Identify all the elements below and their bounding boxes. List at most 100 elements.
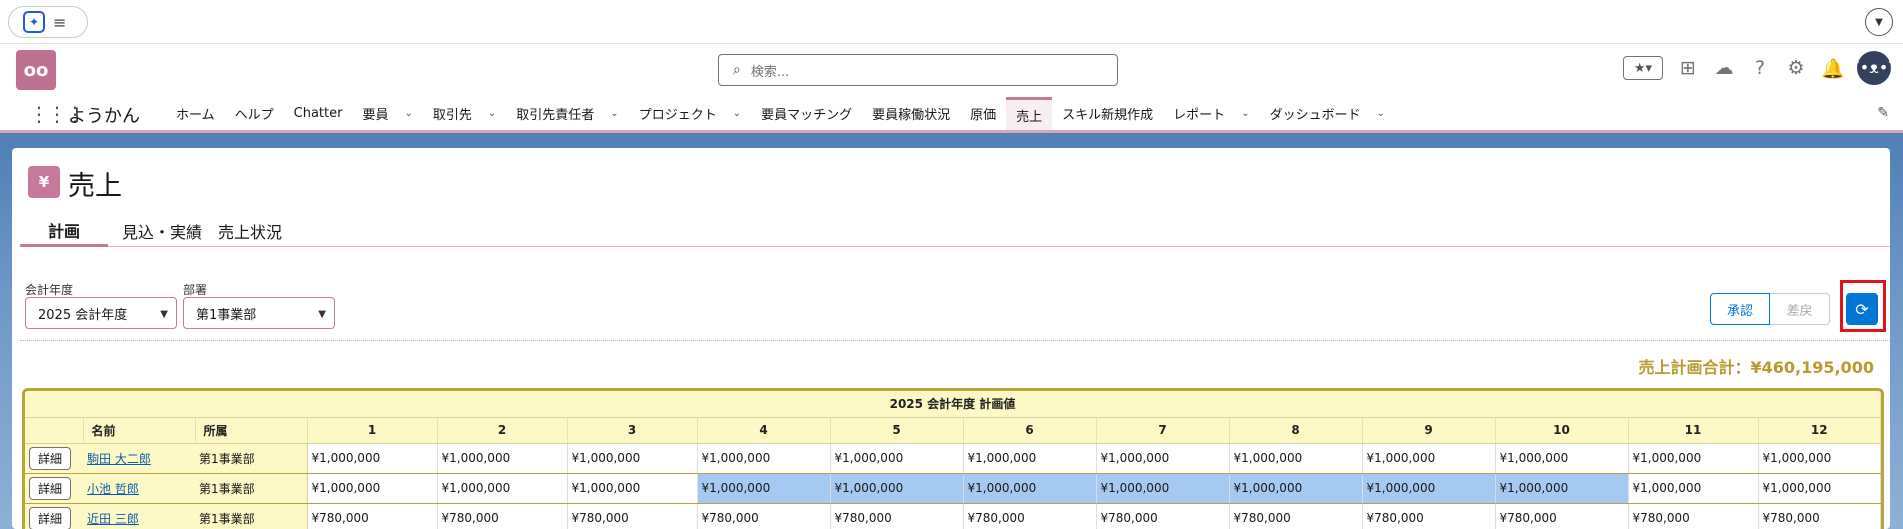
plan-value-cell[interactable]: ¥780,000 [1495,503,1629,529]
main-card: ¥ 売上 計画 見込・実績 売上状況 会計年度 2025 会計年度 ▼ 部署 第… [12,148,1890,529]
member-name-link[interactable]: 小池 哲郎 [87,482,139,496]
plan-value-cell[interactable]: ¥1,000,000 [963,473,1097,504]
tab-plan[interactable]: 計画 [20,215,108,247]
plan-value-cell[interactable]: ¥780,000 [1096,503,1230,529]
nav-item-label: 要員マッチング [761,108,853,123]
plan-value-cell[interactable]: ¥1,000,000 [567,473,698,504]
nav-item-11[interactable]: スキル新規作成 [1052,97,1163,130]
plan-value-cell[interactable]: ¥780,000 [830,503,964,529]
plan-value-cell[interactable]: ¥1,000,000 [307,473,438,504]
nav-item-3[interactable]: 要員 ⌄ [352,97,422,130]
plan-value-cell[interactable]: ¥1,000,000 [1096,473,1230,504]
global-search-input[interactable]: ⌕ 検索... [718,54,1118,86]
detail-button[interactable]: 詳細 [29,476,72,500]
department-cell: 第1事業部 [195,473,308,504]
chevron-down-icon[interactable]: ⌄ [488,108,496,119]
utility-bar: ✦ ≡ ▼ [0,0,1903,44]
plan-value-cell[interactable]: ¥1,000,000 [437,443,568,474]
nav-item-7[interactable]: 要員マッチング [751,97,862,130]
sales-plan-total: 売上計画合計：¥460,195,000 [1638,358,1875,377]
nav-item-0[interactable]: ホーム [166,97,225,130]
refresh-button[interactable]: ⟳ [1846,293,1878,325]
tab-sales-status[interactable]: 売上状況 [186,215,314,247]
nav-item-6[interactable]: プロジェクト ⌄ [629,97,751,130]
chevron-down-icon[interactable]: ⌄ [733,108,741,119]
plan-value-cell[interactable]: ¥1,000,000 [1628,473,1759,504]
plan-value-cell[interactable]: ¥1,000,000 [1362,443,1496,474]
nav-item-5[interactable]: 取引先責任者 ⌄ [506,97,628,130]
plan-value-cell[interactable]: ¥1,000,000 [1229,443,1363,474]
avatar-icon[interactable]: ʕ•ᴥ•ʔ [1852,51,1896,85]
nav-item-1[interactable]: ヘルプ [225,97,284,130]
plan-value-cell[interactable]: ¥1,000,000 [1628,443,1759,474]
nav-item-2[interactable]: Chatter [284,97,353,130]
plan-value-cell[interactable]: ¥1,000,000 [1362,473,1496,504]
global-header: oo ⌕ 検索... ★▾ ⊞ ☁ ? ⚙ 🔔 ʕ•ᴥ•ʔ [0,45,1903,97]
plan-value-cell[interactable]: ¥780,000 [1229,503,1363,529]
plan-value-cell[interactable]: ¥1,000,000 [307,443,438,474]
approve-button[interactable]: 承認 [1710,293,1770,325]
approval-button-group: 承認 差戻 [1710,293,1830,325]
plan-value-cell[interactable]: ¥1,000,000 [1758,443,1881,474]
nav-item-label: ホーム [176,108,215,123]
plan-value-cell[interactable]: ¥1,000,000 [830,443,964,474]
plan-value-cell[interactable]: ¥780,000 [1362,503,1496,529]
detail-cell: 詳細 [25,473,83,504]
plan-value-cell[interactable]: ¥1,000,000 [1758,473,1881,504]
name-cell: 駒田 大二郎 [83,443,195,474]
cloud-help-icon[interactable]: ☁ [1713,57,1735,79]
member-name-link[interactable]: 近田 三郎 [87,512,139,526]
plan-value-cell[interactable]: ¥780,000 [307,503,438,529]
detail-cell: 詳細 [25,503,83,529]
plan-value-cell[interactable]: ¥1,000,000 [1229,473,1363,504]
plan-value-cell[interactable]: ¥780,000 [1628,503,1759,529]
plan-table: 2025 会計年度 計画値 名前 所属 1 2 3 4 5 6 7 8 9 10 11 12 詳細 駒田… [25,391,1881,529]
edit-nav-pencil-icon[interactable]: ✎ [1877,105,1889,121]
nav-item-label: 取引先責任者 [516,108,595,123]
chevron-down-icon[interactable]: ⌄ [404,108,412,119]
favorites-star-icon[interactable]: ★▾ [1623,56,1663,80]
nav-item-label: 取引先 [432,108,472,123]
plan-value-cell[interactable]: ¥1,000,000 [567,443,698,474]
plan-value-cell[interactable]: ¥1,000,000 [437,473,568,504]
chevron-down-icon[interactable]: ▼ [1865,8,1893,36]
plan-value-cell[interactable]: ¥780,000 [1758,503,1881,529]
nav-item-label: ヘルプ [234,108,274,123]
header-department: 所属 [195,417,308,444]
plan-value-cell[interactable]: ¥1,000,000 [1495,473,1629,504]
detail-button[interactable]: 詳細 [29,446,72,470]
plan-value-cell[interactable]: ¥1,000,000 [697,473,831,504]
bell-icon[interactable]: 🔔 [1821,57,1845,80]
chevron-down-icon[interactable]: ⌄ [1377,108,1385,119]
nav-item-label: 売上 [1016,109,1043,125]
chevron-down-icon[interactable]: ⌄ [1241,108,1249,119]
fiscal-year-select[interactable]: 2025 会計年度 ▼ [25,297,177,329]
chevron-down-icon[interactable]: ⌄ [610,108,618,119]
plan-value-cell[interactable]: ¥1,000,000 [697,443,831,474]
department-select[interactable]: 第1事業部 ▼ [183,297,335,329]
plan-value-cell[interactable]: ¥780,000 [963,503,1097,529]
nav-item-4[interactable]: 取引先 ⌄ [423,97,506,130]
plan-value-cell[interactable]: ¥780,000 [567,503,698,529]
help-icon[interactable]: ? [1749,57,1771,79]
menu-icon: ≡ [53,12,67,32]
gear-icon[interactable]: ⚙ [1785,57,1807,79]
nav-item-8[interactable]: 要員稼働状況 [862,97,960,130]
plan-value-cell[interactable]: ¥780,000 [437,503,568,529]
plan-value-cell[interactable]: ¥1,000,000 [1096,443,1230,474]
app-launcher-pill[interactable]: ✦ ≡ [8,6,88,38]
plan-value-cell[interactable]: ¥780,000 [697,503,831,529]
detail-button[interactable]: 詳細 [29,506,72,529]
member-name-link[interactable]: 駒田 大二郎 [87,452,151,466]
nav-item-12[interactable]: レポート ⌄ [1163,97,1259,130]
nav-item-13[interactable]: ダッシュボード ⌄ [1260,97,1395,130]
header-month-7: 7 [1096,417,1230,444]
nav-item-10[interactable]: 売上 [1006,97,1053,130]
plan-value-cell[interactable]: ¥1,000,000 [830,473,964,504]
add-icon[interactable]: ⊞ [1677,57,1699,79]
revert-button[interactable]: 差戻 [1770,293,1830,325]
header-name: 名前 [83,417,196,444]
plan-value-cell[interactable]: ¥1,000,000 [1495,443,1629,474]
nav-item-9[interactable]: 原価 [960,97,1006,130]
plan-value-cell[interactable]: ¥1,000,000 [963,443,1097,474]
